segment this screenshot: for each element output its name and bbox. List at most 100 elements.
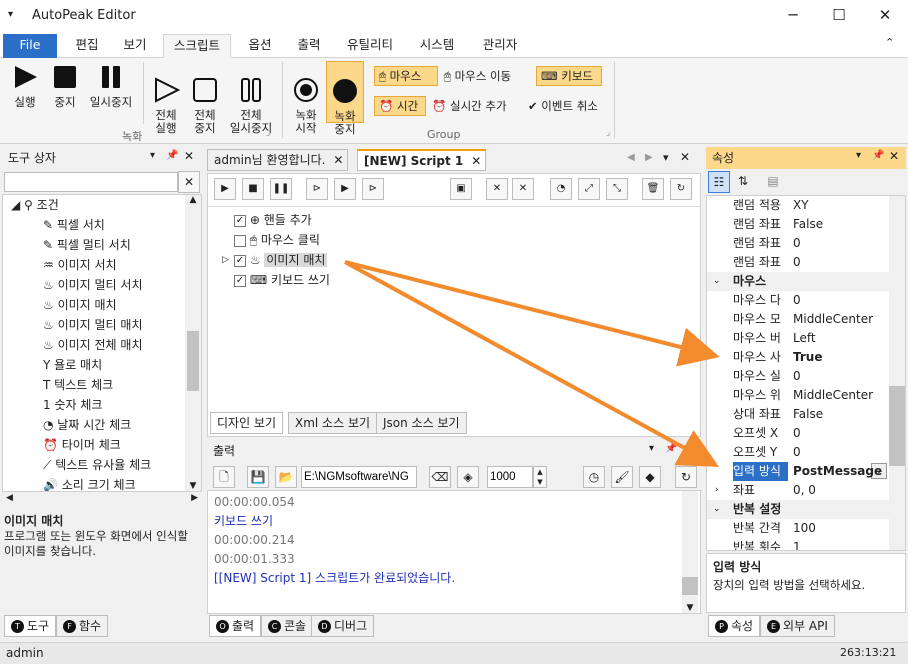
tab-console[interactable]: C 콘솔 [261,615,314,637]
event-cancel-button[interactable]: ✔ 이벤트 취소 [528,98,598,114]
property-scrollbar[interactable] [889,196,905,550]
close-icon[interactable]: ✕ [889,149,899,163]
dropdown-icon[interactable]: ▾ [856,150,861,161]
tab-admin[interactable]: 관리자 [472,34,528,58]
close-button[interactable]: ✕ [862,0,908,32]
close-x-button[interactable]: ✕ [512,178,534,200]
scroll-up-icon[interactable]: ▲ [185,195,201,211]
property-row[interactable]: 오프셋 X 0 [707,424,889,443]
toolbox-item[interactable]: 1 숫자 체크 [43,395,102,415]
new-log-button[interactable]: 🗋 [213,466,235,488]
tab-design-view[interactable]: 디자인 보기 [210,412,284,434]
script-item[interactable]: ▷ ✓ ♨ 이미지 매치 [222,250,328,270]
tab-script1[interactable]: [NEW] Script 1 ✕ [357,149,487,171]
refresh-button[interactable]: ↻ [670,178,692,200]
script-item-checkbox[interactable] [234,234,246,247]
mouse-toggle[interactable]: 🖱 마우스 [374,66,438,86]
property-row[interactable]: 오프셋 Y 0 [707,443,889,462]
sort-az-button[interactable]: ⇅ [732,171,754,193]
property-pages-button[interactable]: ▤ [762,171,784,193]
tab-properties[interactable]: P 속성 [708,615,761,637]
scroll-down-icon[interactable]: ▼ [682,603,698,613]
tab-list-icon[interactable]: ▾ [663,151,669,164]
open-folder-button[interactable]: 📂 [275,466,297,488]
tab-json-view[interactable]: Json 소스 보기 [376,412,467,434]
pin-icon[interactable]: 📌 [166,150,178,161]
property-row[interactable]: 랜덤 좌표 False [707,215,889,234]
toolbox-item[interactable]: ♨ 이미지 전체 매치 [43,335,143,355]
close-doc-icon[interactable]: ✕ [680,150,690,164]
script-item-checkbox[interactable]: ✓ [234,274,246,287]
step-box-button[interactable]: ⊳ [362,178,384,200]
pin-icon[interactable]: 📌 [872,150,884,161]
collapse-ribbon-icon[interactable]: ⌃ [885,36,894,49]
pause-button[interactable]: 일시중지 [86,64,136,109]
toolbox-item[interactable]: ⟋ 텍스트 유사율 체크 [43,455,151,475]
tab-left-icon[interactable]: ◀ [627,152,635,163]
property-row[interactable]: 마우스 사 True [707,348,889,367]
property-row[interactable]: 반복 횟수 1 [707,538,889,550]
toolbox-scrollbar[interactable]: ▲ ▼ [185,195,201,491]
collapse-icon[interactable]: ⌄ [713,500,721,519]
tab-debug[interactable]: D 디버그 [311,615,375,637]
toolbox-item[interactable]: ✎ 픽셀 멀티 서치 [43,235,131,255]
property-row[interactable]: 반복 간격 100 [707,519,889,538]
tab-utility[interactable]: 유틸리티 [338,34,402,58]
toolbox-item[interactable]: ◔ 날짜 시간 체크 [43,415,131,435]
script-item[interactable]: ✓ ⊕ 핸들 추가 [234,210,312,230]
toolbox-item[interactable]: T 텍스트 체크 [43,375,113,395]
delete-button[interactable]: 🗑 [642,178,664,200]
property-row[interactable]: ⌄ 입력 방식 PostMessage [707,462,889,481]
scroll-down-icon[interactable]: ▼ [185,481,201,491]
dropdown-icon[interactable]: ▾ [649,443,654,454]
stop-all-button[interactable]: 전체 중지 [188,64,222,148]
property-row[interactable]: 상대 좌표 False [707,405,889,424]
close-icon[interactable]: ✕ [184,149,194,163]
pin-icon[interactable]: 📌 [665,443,677,454]
dropdown-icon[interactable]: ▾ [150,150,155,161]
tab-external-api[interactable]: E 외부 API [760,615,835,637]
tab-system[interactable]: 시스템 [410,34,464,58]
save-log-button[interactable]: 💾 [247,466,269,488]
tab-script[interactable]: 스크립트 [163,34,231,58]
expand-arrow-icon[interactable]: ▷ [222,250,229,270]
tab-right-icon[interactable]: ▶ [645,152,653,163]
expand-button[interactable]: ⤢ [578,178,600,200]
clean-button[interactable]: ⌫ [429,466,451,488]
close-icon[interactable]: ✕ [683,442,693,456]
collapse-button[interactable]: ⤡ [606,178,628,200]
expand-icon[interactable]: › [715,481,719,500]
tree-category-conditions[interactable]: ◢ ⚲ 조건 [11,195,59,215]
fill-button[interactable]: ◆ [639,466,661,488]
tab-functions[interactable]: F 함수 [56,615,109,637]
brush-button[interactable]: 🖌 [611,466,633,488]
minimize-button[interactable]: ─ [770,0,816,32]
pause-button[interactable]: ❚❚ [270,178,292,200]
tab-options[interactable]: 옵션 [238,34,282,58]
property-row[interactable]: 랜덤 적용 XY [707,196,889,215]
maximize-button[interactable]: ☐ [816,0,862,32]
toolbox-hscroll[interactable]: ◀ ▶ [2,493,202,509]
run-all-button[interactable]: 전체 실행 [148,64,184,148]
close-tab-icon[interactable]: ✕ [333,150,343,170]
property-category[interactable]: ⌄ 반복 설정 [707,500,889,519]
tab-view[interactable]: 보기 [112,34,158,58]
stop-button[interactable]: ■ [242,178,264,200]
script-item[interactable]: ✓ ⌨ 키보드 쓰기 [234,270,330,290]
stop-button[interactable]: 중지 [48,64,82,109]
clear-search-button[interactable]: ✕ [178,171,200,193]
toolbox-item[interactable]: ♨ 이미지 멀티 서치 [43,275,143,295]
keyboard-toggle[interactable]: ⌨ 키보드 [536,66,602,86]
tab-edit[interactable]: 편집 [64,34,110,58]
rec-stop-button[interactable]: 녹화 중지 [326,61,364,136]
step-button[interactable]: ⊳ [306,178,328,200]
run-button[interactable]: 실행 [8,64,42,109]
tab-output-log[interactable]: O 출력 [209,615,262,637]
toolbox-item[interactable]: ♨ 이미지 멀티 매치 [43,315,143,335]
scroll-thumb[interactable] [187,331,199,391]
output-scrollbar[interactable]: ▼ [682,491,698,613]
categorized-button[interactable]: ☷ [708,171,730,193]
toolbox-item[interactable]: ✎ 픽셀 서치 [43,215,105,235]
script-item[interactable]: 🖱 마우스 클릭 [234,230,320,250]
close-tab-icon[interactable]: ✕ [471,151,481,171]
